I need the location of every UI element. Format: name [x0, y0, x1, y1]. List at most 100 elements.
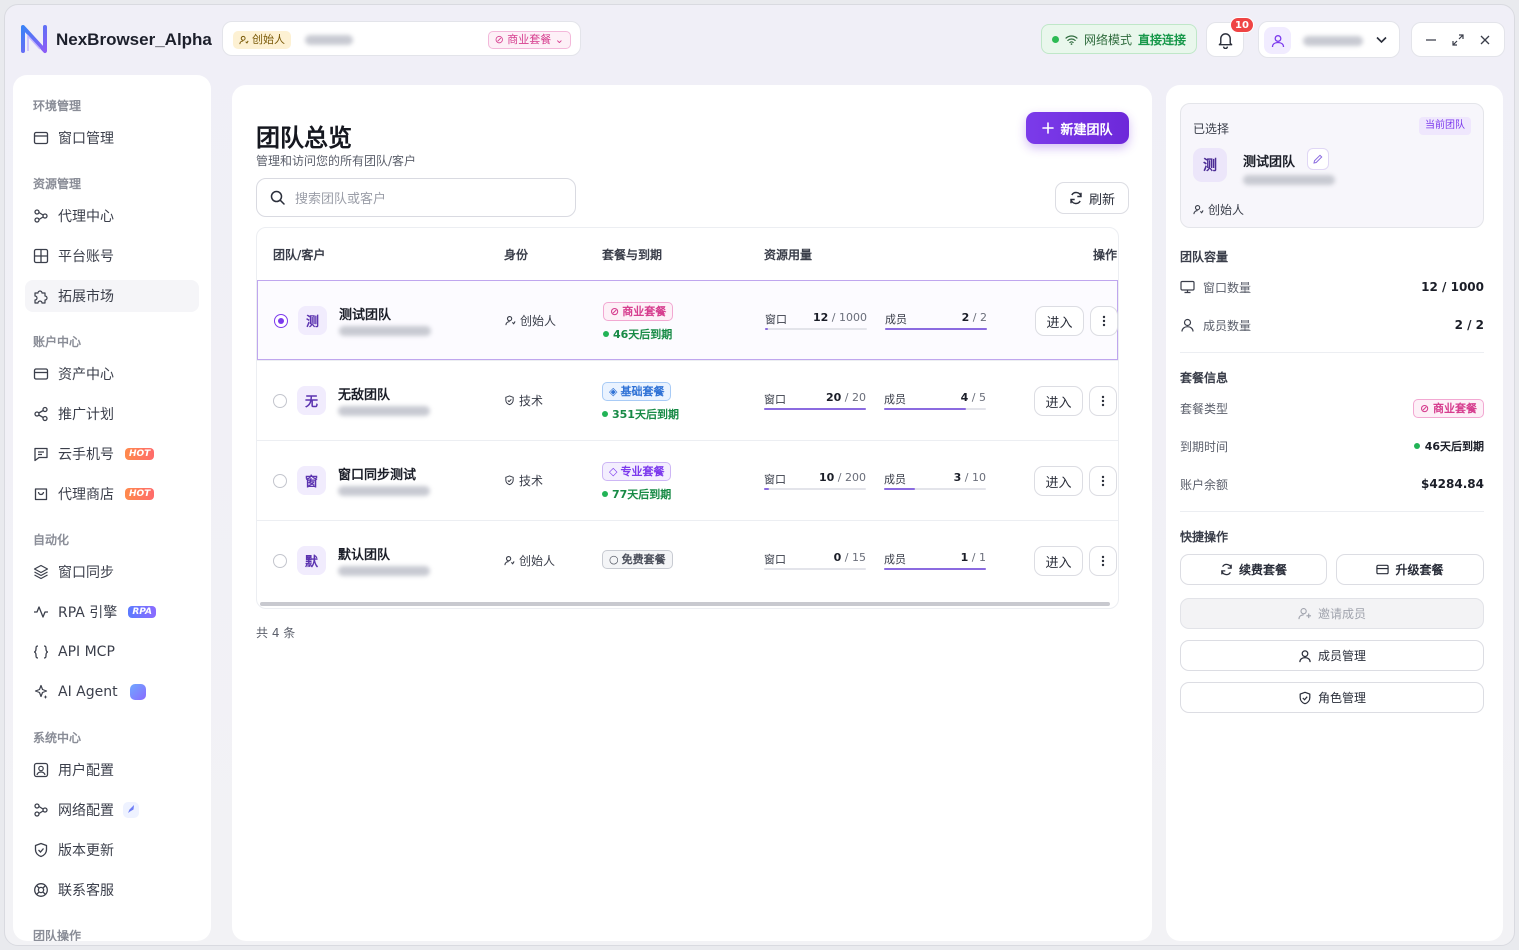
network-icon — [34, 803, 48, 817]
user-plus-icon — [1298, 608, 1312, 620]
minimize-icon[interactable] — [1425, 34, 1437, 46]
page-title: 团队总览 — [256, 124, 352, 152]
sidebar-item-platform-accounts[interactable]: 平台账号 — [25, 240, 199, 272]
sidebar-item-cloud-phone[interactable]: 云手机号 HOT — [25, 438, 199, 470]
network-mode-indicator[interactable]: 网络模式 直接连接 — [1041, 24, 1197, 54]
team-role-label: 创始人 — [520, 314, 557, 328]
row-radio[interactable] — [274, 314, 288, 328]
horizontal-scrollbar[interactable] — [260, 602, 1110, 606]
new-team-button[interactable]: 新建团队 — [1026, 112, 1129, 144]
upgrade-plan-button[interactable]: 升级套餐 — [1336, 554, 1484, 585]
sidebar-item-label: 推广计划 — [58, 407, 114, 423]
team-role: 创始人 — [504, 552, 555, 569]
row-radio[interactable] — [273, 474, 287, 488]
sidebar-item-window-sync[interactable]: 窗口同步 — [25, 556, 199, 588]
usage-bar — [764, 488, 866, 490]
table-row[interactable]: 测测试团队 创始人 ⊘ 商业套餐 46天后到期 窗口 12 / 1000 成员 2 / 2 进入 — [257, 280, 1118, 360]
chevron-down-icon — [1376, 36, 1387, 44]
sidebar-item-assets[interactable]: 资产中心 — [25, 358, 199, 390]
table-row[interactable]: 无无敌团队 技术 ◈ 基础套餐 351天后到期 窗口 20 / 20 成员 4 / 5 进入 — [257, 360, 1118, 440]
member-management-button[interactable]: 成员管理 — [1180, 640, 1484, 671]
plan-badge: ○ 免费套餐 — [602, 550, 673, 569]
usage-used: 0 — [833, 551, 842, 564]
sidebar-item-ai-agent[interactable]: AI Agent — [25, 676, 199, 708]
team-name: 测试团队 — [339, 308, 392, 323]
enter-button[interactable]: 进入 — [1035, 306, 1084, 336]
plan-type-value: 商业套餐 — [1433, 401, 1477, 415]
ai-badge-icon — [129, 684, 146, 700]
usage-total: / 200 — [837, 471, 866, 484]
usage-bar — [885, 328, 987, 330]
expiry-label: 46天后到期 — [613, 328, 673, 341]
sidebar-item-user-config[interactable]: 用户配置 — [25, 754, 199, 786]
app-name: NexBrowser_Alpha — [56, 30, 212, 49]
usage-value: 3 / 10 — [954, 471, 986, 484]
status-dot — [602, 411, 608, 417]
more-options-button[interactable] — [1089, 546, 1117, 576]
shield-icon — [505, 395, 514, 406]
invite-member-button[interactable]: 邀请成员 — [1180, 598, 1484, 629]
sidebar-item-support[interactable]: 联系客服 — [25, 874, 199, 906]
more-options-button[interactable] — [1089, 386, 1117, 416]
usage-label: 窗口 — [764, 473, 786, 486]
rocket-icon — [123, 802, 139, 818]
sidebar-item-label: 窗口同步 — [58, 565, 114, 581]
user-settings-icon — [33, 762, 49, 778]
row-radio[interactable] — [273, 394, 287, 408]
usage-label: 成员 — [884, 553, 906, 566]
enter-button[interactable]: 进入 — [1034, 386, 1083, 416]
renew-plan-button[interactable]: 续费套餐 — [1180, 554, 1327, 585]
invite-label: 邀请成员 — [1317, 607, 1366, 621]
sidebar-item-window-management[interactable]: 窗口管理 — [25, 122, 199, 154]
search-input[interactable]: 搜索团队或客户 — [256, 178, 576, 217]
message-icon — [34, 447, 48, 462]
more-options-button[interactable] — [1089, 466, 1117, 496]
sidebar-item-extension-market[interactable]: 拓展市场 — [25, 280, 199, 312]
balance-label: 账户余额 — [1180, 477, 1229, 492]
wallet-icon — [33, 368, 49, 380]
bell-icon — [1218, 32, 1232, 49]
team-switcher[interactable]: 创始人 ⊘ 商业套餐 ⌄ — [222, 21, 581, 56]
usage-bar-fill — [884, 488, 915, 490]
sidebar-item-proxy-center[interactable]: 代理中心 — [25, 200, 199, 232]
enter-button[interactable]: 进入 — [1034, 546, 1083, 576]
table-row[interactable]: 默默认团队 创始人 ○ 免费套餐 窗口 0 / 15 成员 1 / 1 进入 — [257, 520, 1118, 600]
team-name: 默认团队 — [338, 548, 391, 563]
member-usage: 成员 3 / 10 — [884, 471, 986, 491]
row-radio[interactable] — [273, 554, 287, 568]
usage-bar — [884, 568, 986, 570]
team-name: 无敌团队 — [338, 388, 391, 403]
sidebar-item-network-config[interactable]: 网络配置 — [25, 794, 199, 826]
more-vertical-icon — [1101, 475, 1105, 487]
blurred-team-email — [338, 486, 430, 496]
sidebar-section-title: 环境管理 — [33, 99, 82, 113]
edit-team-button[interactable] — [1307, 148, 1329, 170]
usage-bar-fill — [884, 568, 986, 570]
role-management-button[interactable]: 角色管理 — [1180, 682, 1484, 713]
upgrade-label: 升级套餐 — [1395, 563, 1444, 577]
sidebar-item-label: AI Agent — [58, 684, 118, 700]
plan-chip[interactable]: ⊘ 商业套餐 ⌄ — [487, 31, 571, 49]
share-icon — [34, 406, 48, 422]
sidebar-item-label: API MCP — [58, 644, 115, 660]
more-options-button[interactable] — [1090, 306, 1118, 336]
sidebar-item-api-mcp[interactable]: API MCP — [25, 636, 199, 668]
sidebar-item-proxy-store[interactable]: 代理商店 HOT — [25, 478, 199, 510]
account-menu[interactable] — [1258, 21, 1400, 58]
table-row[interactable]: 窗窗口同步测试 技术 ◇ 专业套餐 77天后到期 窗口 10 / 200 成员 3 / 10 进… — [257, 440, 1118, 520]
refresh-icon — [1221, 563, 1232, 576]
blurred-team-email — [338, 566, 430, 576]
team-table: 团队/客户 身份 套餐与到期 资源用量 操作 测测试团队 创始人 ⊘ 商业套餐 46天… — [256, 227, 1119, 609]
sidebar-item-label: 用户配置 — [58, 763, 114, 779]
selected-role-label: 创始人 — [1208, 203, 1245, 217]
more-vertical-icon — [1101, 555, 1105, 567]
refresh-button[interactable]: 刷新 — [1055, 182, 1129, 214]
selected-label: 已选择 — [1193, 122, 1230, 136]
enter-button[interactable]: 进入 — [1034, 466, 1083, 496]
grid-icon — [33, 248, 49, 264]
sidebar-item-rpa-engine[interactable]: RPA 引擎 RPA — [25, 596, 199, 628]
sidebar-item-promotion[interactable]: 推广计划 — [25, 398, 199, 430]
close-icon[interactable] — [1479, 34, 1491, 46]
maximize-icon[interactable] — [1452, 33, 1464, 46]
sidebar-item-version-update[interactable]: 版本更新 — [25, 834, 199, 866]
